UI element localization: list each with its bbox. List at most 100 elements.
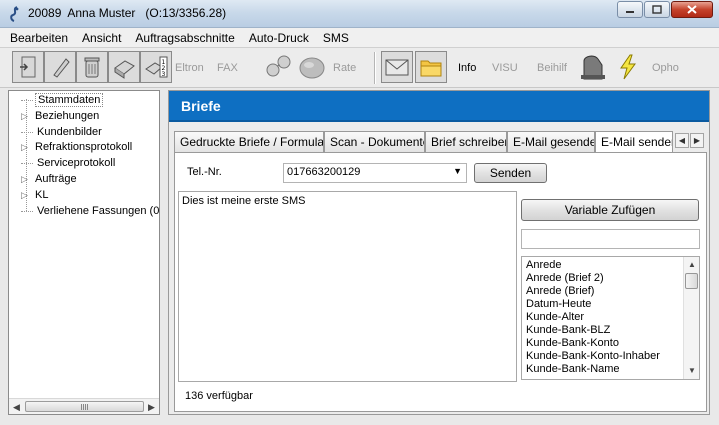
refraction-device-icon (581, 55, 605, 80)
toolbar: 123 Eltron FAX Rate Info VISU Beihilf Op… (0, 48, 719, 88)
toolbar-glasses-button[interactable] (264, 53, 292, 81)
tab-scroll-left-button[interactable]: ◀ (675, 133, 689, 148)
scroll-left-icon[interactable]: ◀ (13, 402, 20, 413)
pencil-icon (53, 58, 70, 78)
close-icon (687, 5, 697, 14)
menu-bar: Bearbeiten Ansicht Auftragsabschnitte Au… (0, 28, 719, 48)
expand-arrow-icon[interactable]: ▷ (21, 190, 33, 201)
tree-item-verliehene-fassungen[interactable]: Verliehene Fassungen (0.9 (9, 203, 159, 219)
minimize-icon (626, 10, 634, 13)
dropdown-arrow-icon[interactable]: ▼ (453, 166, 462, 176)
list-item[interactable]: Kunde-Bank-Name (526, 363, 620, 375)
scroll-right-icon[interactable]: ▶ (148, 402, 155, 413)
tree-item-refraktionsprotokoll[interactable]: ▷ Refraktionsprotokoll (9, 139, 134, 155)
toolbar-print-button[interactable] (108, 51, 140, 83)
variable-list[interactable]: Anrede Anrede (Brief 2) Anrede (Brief) D… (521, 256, 700, 380)
tab-gedruckte-briefe[interactable]: Gedruckte Briefe / Formulare (174, 131, 324, 152)
list-item[interactable]: Anrede (Brief 2) (526, 272, 604, 284)
tab-strip: Gedruckte Briefe / Formulare Scan - Doku… (174, 131, 706, 153)
toolbar-lens-button[interactable] (298, 53, 326, 81)
tree-horizontal-scrollbar[interactable]: ◀ ▶ (9, 398, 159, 414)
exit-door-icon (20, 56, 36, 78)
envelope-icon (385, 59, 409, 76)
toolbar-eltron-label[interactable]: Eltron (175, 62, 204, 74)
lightning-icon (620, 54, 636, 80)
briefe-panel: Briefe Gedruckte Briefe / Formulare Scan… (168, 90, 710, 415)
menu-auftragsabschnitte[interactable]: Auftragsabschnitte (135, 31, 234, 45)
scrollbar-thumb[interactable] (25, 401, 144, 412)
tree-item-auftraege[interactable]: ▷ Aufträge (9, 171, 79, 187)
maximize-button[interactable] (644, 1, 670, 18)
close-button[interactable] (671, 1, 713, 18)
list-item[interactable]: Kunde-Alter (526, 311, 584, 323)
app-logo-icon (10, 6, 19, 22)
toolbar-print-list-button[interactable]: 123 (140, 51, 172, 83)
list-item[interactable]: Kunde-Bank-Konto (526, 337, 619, 349)
expand-arrow-icon[interactable]: ▷ (21, 142, 33, 153)
svg-text:3: 3 (162, 71, 166, 78)
tel-label: Tel.-Nr. (187, 166, 222, 178)
list-item[interactable]: Datum-Heute (526, 298, 591, 310)
variable-filter-input[interactable] (521, 229, 700, 249)
toolbar-separator (374, 52, 376, 84)
window-title: 20089 Anna Muster (O:13/3356.28) (28, 6, 227, 20)
tree-item-label: Refraktionsprotokoll (35, 141, 133, 153)
tree-item-label: Aufträge (35, 173, 77, 185)
toolbar-folder-button[interactable] (415, 51, 447, 83)
menu-auto-druck[interactable]: Auto-Druck (249, 31, 309, 45)
tree-item-stammdaten[interactable]: Stammdaten (9, 92, 104, 108)
scroll-up-icon[interactable]: ▲ (688, 260, 696, 269)
character-counter: 136 verfügbar (185, 390, 253, 402)
tel-number-value: 017663200129 (287, 166, 361, 178)
tree-item-label: Kundenbilder (37, 126, 102, 138)
expand-arrow-icon[interactable]: ▷ (21, 174, 33, 185)
expand-arrow-icon[interactable]: ▷ (21, 111, 33, 122)
tree-item-label: Stammdaten (35, 93, 104, 107)
sms-tab-page: Tel.-Nr. 017663200129 ▼ Senden Dies ist … (174, 152, 707, 412)
variable-list-scrollbar[interactable]: ▲ ▼ (683, 257, 699, 379)
tree-item-serviceprotokoll[interactable]: Serviceprotokoll (9, 155, 117, 171)
tel-number-select[interactable]: 017663200129 ▼ (283, 163, 467, 183)
toolbar-beihilf-label[interactable]: Beihilf (537, 62, 567, 74)
toolbar-fax-label[interactable]: FAX (217, 62, 238, 74)
add-variable-button[interactable]: Variable Zufügen (521, 199, 699, 221)
list-item[interactable]: Anrede (526, 259, 561, 271)
tab-scroll-right-button[interactable]: ▶ (690, 133, 704, 148)
printer-icon (114, 60, 135, 79)
tab-email-gesendet[interactable]: E-Mail gesendet (507, 131, 595, 152)
tree-item-kl[interactable]: ▷ KL (9, 187, 50, 203)
scroll-down-icon[interactable]: ▼ (688, 366, 696, 375)
toolbar-opho-label[interactable]: Opho (652, 62, 679, 74)
tree-item-label: Serviceprotokoll (37, 157, 116, 169)
toolbar-info-label[interactable]: Info (458, 62, 476, 74)
send-button[interactable]: Senden (474, 163, 547, 183)
panel-title: Briefe (181, 98, 221, 114)
toolbar-device-button[interactable] (578, 53, 606, 81)
trash-can-icon (84, 57, 100, 78)
tab-email-senden[interactable]: E-Mail senden (595, 131, 673, 153)
contact-lens-icon (299, 57, 325, 79)
tree-item-beziehungen[interactable]: ▷ Beziehungen (9, 108, 101, 124)
toolbar-visu-label[interactable]: VISU (492, 62, 518, 74)
toolbar-edit-button[interactable] (44, 51, 76, 83)
menu-sms[interactable]: SMS (323, 31, 349, 45)
toolbar-delete-button[interactable] (76, 51, 108, 83)
sms-message-textarea[interactable]: Dies ist meine erste SMS (178, 191, 517, 382)
list-item[interactable]: Kunde-Bank-Konto-Inhaber (526, 350, 660, 362)
minimize-button[interactable] (617, 1, 643, 18)
toolbar-rate-label[interactable]: Rate (333, 62, 356, 74)
tab-brief-schreiben[interactable]: Brief schreiben (425, 131, 507, 152)
scrollbar-thumb[interactable] (685, 273, 698, 289)
navigation-tree: Stammdaten ▷ Beziehungen Kundenbilder ▷ Re… (8, 90, 160, 415)
menu-bearbeiten[interactable]: Bearbeiten (10, 31, 68, 45)
toolbar-lightning-button[interactable] (614, 53, 642, 81)
menu-ansicht[interactable]: Ansicht (82, 31, 121, 45)
toolbar-mail-button[interactable] (381, 51, 413, 83)
list-item[interactable]: Anrede (Brief) (526, 285, 594, 297)
tab-scan-dokumente[interactable]: Scan - Dokumente (324, 131, 425, 152)
toolbar-exit-button[interactable] (12, 51, 44, 83)
spectacles-icon (266, 55, 291, 77)
title-bar: 20089 Anna Muster (O:13/3356.28) (0, 0, 719, 28)
list-item[interactable]: Kunde-Bank-BLZ (526, 324, 610, 336)
tree-item-kundenbilder[interactable]: Kundenbilder (9, 124, 104, 140)
